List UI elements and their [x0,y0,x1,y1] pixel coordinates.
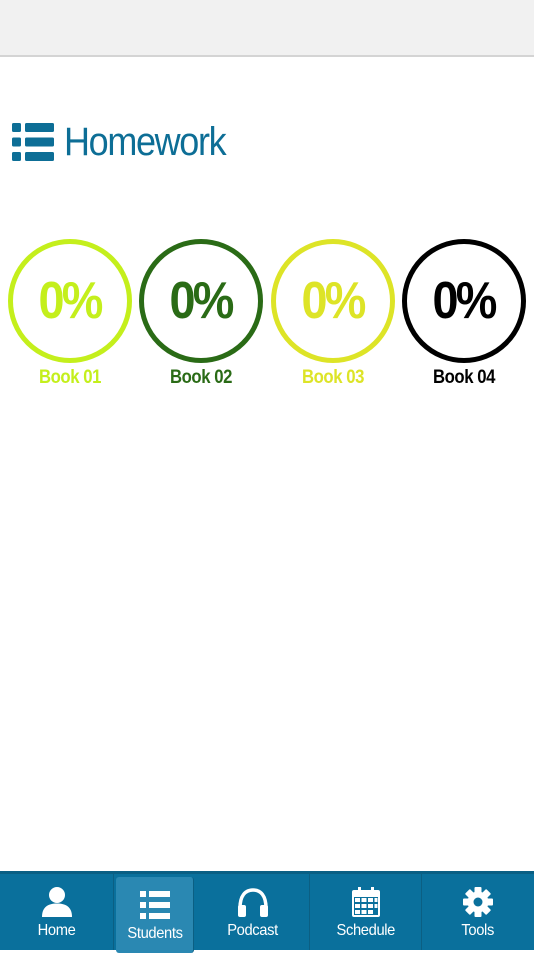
tab-label: Students [126,925,183,942]
tab-label: Podcast [227,922,278,939]
status-bar [0,0,534,57]
book-progress-04[interactable]: 0% Book 04 [402,239,526,389]
tab-tools[interactable]: Tools [422,874,534,950]
book-label: Book 03 [302,367,364,388]
progress-ring: 0% [8,239,132,363]
headphones-icon [237,888,268,917]
list-icon [139,891,170,919]
book-percent: 0% [38,272,104,330]
book-label: Book 02 [170,367,232,388]
tab-label: Home [37,922,76,939]
tab-bar: Home Students Podcast Schedule Tools [0,871,534,953]
tab-schedule[interactable]: Schedule [310,874,422,950]
tab-home[interactable]: Home [0,874,114,950]
progress-ring: 0% [139,239,263,363]
person-icon [41,887,72,917]
book-progress-01[interactable]: 0% Book 01 [8,239,132,389]
tab-podcast[interactable]: Podcast [196,874,310,950]
book-label: Book 01 [39,367,101,388]
progress-ring: 0% [402,239,526,363]
list-icon [12,123,54,161]
progress-ring: 0% [271,239,395,363]
calendar-icon [351,887,380,917]
book-percent: 0% [432,272,498,330]
book-progress-02[interactable]: 0% Book 02 [139,239,263,389]
tab-students[interactable]: Students [116,877,194,953]
book-label: Book 04 [433,367,495,388]
tab-label: Schedule [336,922,395,939]
book-progress-03[interactable]: 0% Book 03 [271,239,395,389]
tab-label: Tools [461,922,495,939]
page-title: Homework [64,120,227,164]
gear-icon [463,887,493,917]
book-progress-list: 0% Book 01 0% Book 02 0% Book 03 0% Book… [0,239,534,399]
book-percent: 0% [169,272,235,330]
book-percent: 0% [301,272,367,330]
page-header: Homework [12,116,243,168]
